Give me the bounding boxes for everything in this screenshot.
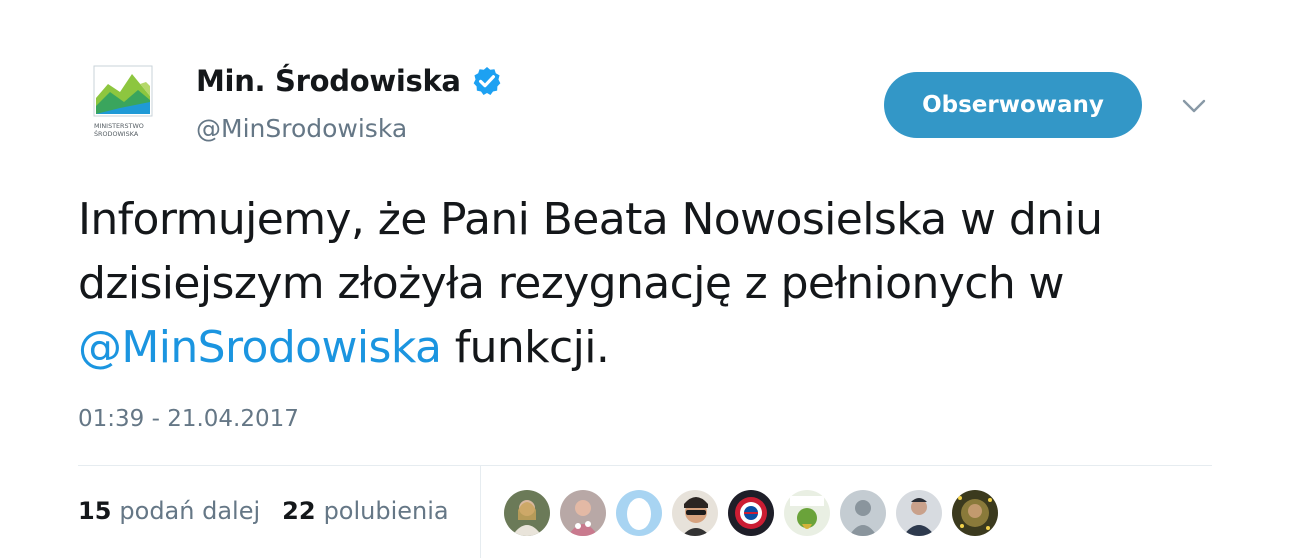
- profile-avatar[interactable]: MINISTERSTWO ŚRODOWISKA: [80, 62, 164, 146]
- tweet-text-after: funkcji.: [441, 322, 610, 373]
- svg-text:MINISTERSTWO: MINISTERSTWO: [94, 122, 144, 130]
- likes-stat[interactable]: 22 polubienia: [282, 497, 448, 525]
- likes-label: polubienia: [323, 497, 449, 525]
- retweets-count: 15: [78, 497, 112, 525]
- liker-avatar-3[interactable]: [614, 488, 664, 538]
- liker-avatar-8[interactable]: [894, 488, 944, 538]
- liker-avatar-9[interactable]: [950, 488, 1000, 538]
- ministry-logo-icon: MINISTERSTWO ŚRODOWISKA: [93, 65, 153, 138]
- verified-badge-icon: [473, 67, 501, 95]
- user-handle[interactable]: @MinSrodowiska: [196, 114, 407, 143]
- tweet-stats: 15 podań dalej 22 polubienia: [78, 497, 449, 525]
- liker-avatar-7[interactable]: [838, 488, 888, 538]
- likers-avatars: [502, 488, 1006, 538]
- tweet-text-before: Informujemy, że Pani Beata Nowosielska w…: [78, 194, 1103, 309]
- display-name[interactable]: Min. Środowiska: [196, 64, 461, 98]
- liker-avatar-1[interactable]: [502, 488, 552, 538]
- stats-separator: [480, 466, 481, 558]
- tweet-text: Informujemy, że Pani Beata Nowosielska w…: [78, 188, 1228, 380]
- account-name-row[interactable]: Min. Środowiska: [196, 64, 503, 98]
- following-button[interactable]: Obserwowany: [884, 72, 1142, 138]
- liker-avatar-4[interactable]: [670, 488, 720, 538]
- liker-avatar-6[interactable]: [782, 488, 832, 538]
- tweet-card: MINISTERSTWO ŚRODOWISKA Min. Środowiska …: [0, 0, 1292, 558]
- retweets-stat[interactable]: 15 podań dalej: [78, 497, 260, 525]
- svg-text:ŚRODOWISKA: ŚRODOWISKA: [94, 129, 139, 138]
- liker-avatar-5[interactable]: [726, 488, 776, 538]
- tweet-timestamp[interactable]: 01:39 - 21.04.2017: [78, 406, 299, 432]
- divider: [78, 465, 1212, 466]
- chevron-down-icon[interactable]: [1180, 96, 1208, 116]
- retweets-label: podań dalej: [119, 497, 261, 525]
- mention-link[interactable]: @MinSrodowiska: [78, 322, 442, 373]
- likes-count: 22: [282, 497, 316, 525]
- liker-avatar-2[interactable]: [558, 488, 608, 538]
